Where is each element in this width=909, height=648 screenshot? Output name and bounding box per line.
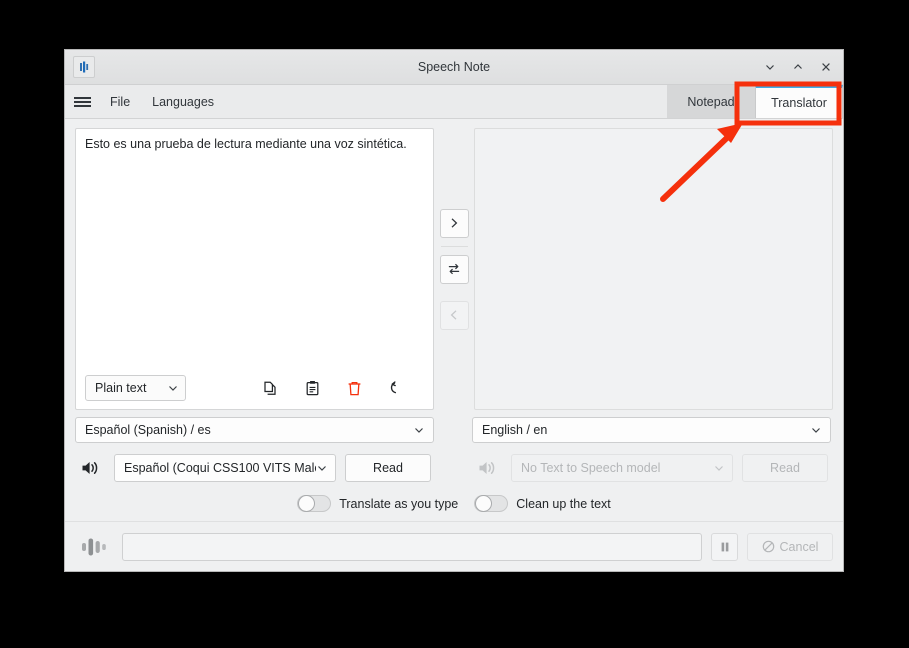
app-icon (73, 56, 95, 78)
close-button[interactable] (819, 60, 833, 74)
tab-bar: Notepad Translator (667, 85, 843, 118)
chevron-down-icon (715, 466, 723, 471)
translate-as-you-type-label: Translate as you type (339, 496, 459, 511)
chevron-down-icon (169, 386, 177, 391)
translate-direction-controls (434, 128, 475, 410)
status-bar: Cancel (65, 521, 843, 571)
cancel-button-label: Cancel (779, 539, 819, 554)
tab-notepad[interactable]: Notepad (667, 85, 755, 118)
no-entry-icon (762, 540, 774, 553)
target-text-panel (474, 128, 834, 410)
source-tts-model-value: Español (Coqui CSS100 VITS Male (124, 461, 316, 475)
progress-field (122, 532, 702, 561)
clean-up-the-text-toggle[interactable]: Clean up the text (474, 495, 611, 512)
menu-and-tab-bar: File Languages Notepad Translator (65, 85, 843, 119)
tts-controls-row: Español (Coqui CSS100 VITS Male Read No … (65, 443, 843, 482)
translate-as-you-type-toggle[interactable]: Translate as you type (297, 495, 458, 512)
translate-back-button (439, 300, 469, 330)
swap-languages-button[interactable] (439, 254, 469, 284)
source-language-value: Español (Spanish) / es (85, 423, 211, 437)
target-language-select[interactable]: English / en (472, 417, 831, 443)
paste-clipboard-icon[interactable] (304, 379, 322, 397)
menu-item-file[interactable]: File (99, 85, 141, 118)
speaker-volume-icon-disabled (472, 459, 502, 477)
window-title: Speech Note (417, 60, 491, 74)
source-text-panel: Esto es una prueba de lectura mediante u… (75, 128, 434, 410)
source-action-icons (262, 379, 424, 397)
pause-button[interactable] (711, 532, 738, 561)
delete-trash-icon[interactable] (346, 379, 364, 397)
toggle-switch-track (474, 495, 509, 512)
tab-translator[interactable]: Translator (755, 85, 843, 118)
source-tts-group: Español (Coqui CSS100 VITS Male Read (75, 454, 434, 482)
audio-waveform-icon (75, 536, 113, 558)
chevron-left-icon (450, 310, 457, 320)
text-format-select[interactable]: Plain text (85, 375, 186, 401)
target-tts-model-value: No Text to Speech model (521, 461, 661, 475)
speaker-volume-icon[interactable] (75, 459, 105, 477)
source-toolbar: Plain text (76, 367, 433, 409)
language-select-row: Español (Spanish) / es English / en (65, 410, 843, 443)
title-bar: Speech Note (65, 50, 843, 85)
undo-icon[interactable] (388, 379, 406, 397)
target-language-value: English / en (482, 423, 548, 437)
pause-icon (721, 542, 728, 551)
maximize-button[interactable] (791, 60, 805, 74)
clean-up-the-text-label: Clean up the text (516, 496, 611, 511)
divider (440, 245, 468, 247)
translator-panes: Esto es una prueba de lectura mediante u… (65, 119, 843, 410)
source-read-button[interactable]: Read (345, 454, 431, 482)
chevron-down-icon (415, 428, 423, 433)
toggle-switch-knob (298, 495, 316, 512)
swap-arrows-icon (448, 263, 460, 275)
hamburger-menu-icon[interactable] (65, 85, 99, 118)
options-toggle-row: Translate as you type Clean up the text (65, 495, 843, 512)
translate-forward-button[interactable] (439, 208, 469, 238)
cancel-button: Cancel (747, 532, 833, 561)
minimize-button[interactable] (763, 60, 777, 74)
toggle-switch-track (297, 495, 332, 512)
toggle-switch-knob (475, 495, 493, 512)
copy-icon[interactable] (262, 379, 280, 397)
window-body: Esto es una prueba de lectura mediante u… (65, 119, 843, 571)
target-tts-group: No Text to Speech model Read (472, 454, 831, 482)
menu-item-languages[interactable]: Languages (141, 85, 225, 118)
source-tts-model-select[interactable]: Español (Coqui CSS100 VITS Male (114, 454, 336, 482)
source-language-select[interactable]: Español (Spanish) / es (75, 417, 434, 443)
text-format-value: Plain text (95, 381, 147, 395)
window-controls (763, 60, 833, 74)
source-textarea[interactable]: Esto es una prueba de lectura mediante u… (76, 129, 433, 367)
target-tts-model-select: No Text to Speech model (511, 454, 733, 482)
chevron-down-icon (318, 466, 326, 471)
chevron-right-icon (451, 218, 458, 228)
application-window: Speech Note File Languages Notepad Trans… (65, 50, 843, 571)
target-read-button: Read (742, 454, 828, 482)
chevron-down-icon (812, 428, 820, 433)
